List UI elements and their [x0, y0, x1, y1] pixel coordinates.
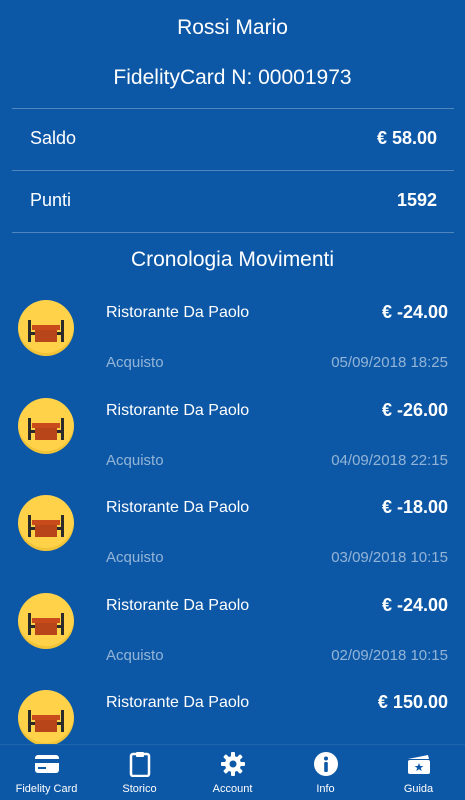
tab-label: Account: [212, 783, 253, 795]
tab-fidelity-card[interactable]: Fidelity Card: [0, 745, 93, 800]
transaction-type: Acquisto: [106, 549, 164, 566]
merchant-name: Ristorante Da Paolo: [106, 694, 250, 711]
list-item[interactable]: Ristorante Da Paolo € -26.00 Acquisto 04…: [0, 390, 465, 488]
list-item[interactable]: Ristorante Da Paolo € 150.00: [0, 682, 465, 744]
merchant-name: Ristorante Da Paolo: [106, 401, 250, 419]
transaction-amount: € -24.00: [381, 594, 448, 615]
transaction-date: 05/09/2018 18:25: [331, 354, 448, 371]
tab-label: Info: [316, 783, 335, 795]
merchant-name: Ristorante Da Paolo: [106, 304, 250, 321]
punti-row: Punti 1592: [0, 170, 465, 230]
transaction-amount: € -18.00: [381, 497, 448, 517]
transaction-date: 02/09/2018 10:15: [331, 646, 448, 664]
transaction-type: Acquisto: [106, 354, 164, 371]
transaction-amount: € -24.00: [381, 302, 448, 322]
punti-label: Punti: [30, 189, 72, 210]
punti-value: 1592: [396, 189, 437, 210]
ticket-icon: [406, 751, 432, 777]
tab-label: Guida: [403, 783, 434, 795]
transaction-amount: € 150.00: [377, 692, 448, 712]
merchant-name: Ristorante Da Paolo: [106, 499, 250, 516]
tab-info[interactable]: Info: [279, 745, 372, 800]
saldo-label: Saldo: [30, 127, 77, 148]
credit-card-icon: [34, 751, 60, 777]
transaction-list[interactable]: Ristorante Da Paolo € -24.00 Acquisto 05…: [0, 292, 465, 744]
restaurant-icon: [18, 690, 74, 744]
tab-label: Storico: [122, 783, 157, 795]
user-name: Rossi Mario: [177, 16, 288, 39]
restaurant-icon: [18, 397, 74, 454]
fidelity-card-number: FidelityCard N: 00001973: [113, 66, 352, 89]
saldo-value: € 58.00: [376, 127, 437, 148]
tab-storico[interactable]: Storico: [93, 745, 186, 800]
restaurant-icon: [18, 495, 74, 551]
saldo-row: Saldo € 58.00: [0, 108, 465, 168]
transaction-date: 04/09/2018 22:15: [331, 451, 448, 469]
divider: [12, 232, 454, 233]
history-title: Cronologia Movimenti: [130, 248, 335, 271]
info-icon: [313, 751, 339, 777]
merchant-name: Ristorante Da Paolo: [106, 596, 250, 614]
clipboard-icon: [127, 751, 153, 777]
transaction-amount: € -26.00: [381, 399, 448, 420]
list-item[interactable]: Ristorante Da Paolo € -24.00 Acquisto 05…: [0, 292, 465, 390]
gear-icon: [220, 751, 246, 777]
bottom-tab-bar: Fidelity Card Storico Account Info Guida: [0, 744, 465, 800]
transaction-date: 03/09/2018 10:15: [331, 549, 448, 566]
list-item[interactable]: Ristorante Da Paolo € -24.00 Acquisto 02…: [0, 585, 465, 683]
restaurant-icon: [18, 592, 74, 649]
tab-guida[interactable]: Guida: [372, 745, 465, 800]
restaurant-icon: [18, 300, 74, 356]
tab-account[interactable]: Account: [186, 745, 279, 800]
tab-label: Fidelity Card: [15, 783, 78, 795]
transaction-type: Acquisto: [106, 451, 164, 469]
list-item[interactable]: Ristorante Da Paolo € -18.00 Acquisto 03…: [0, 487, 465, 585]
transaction-type: Acquisto: [106, 646, 164, 664]
